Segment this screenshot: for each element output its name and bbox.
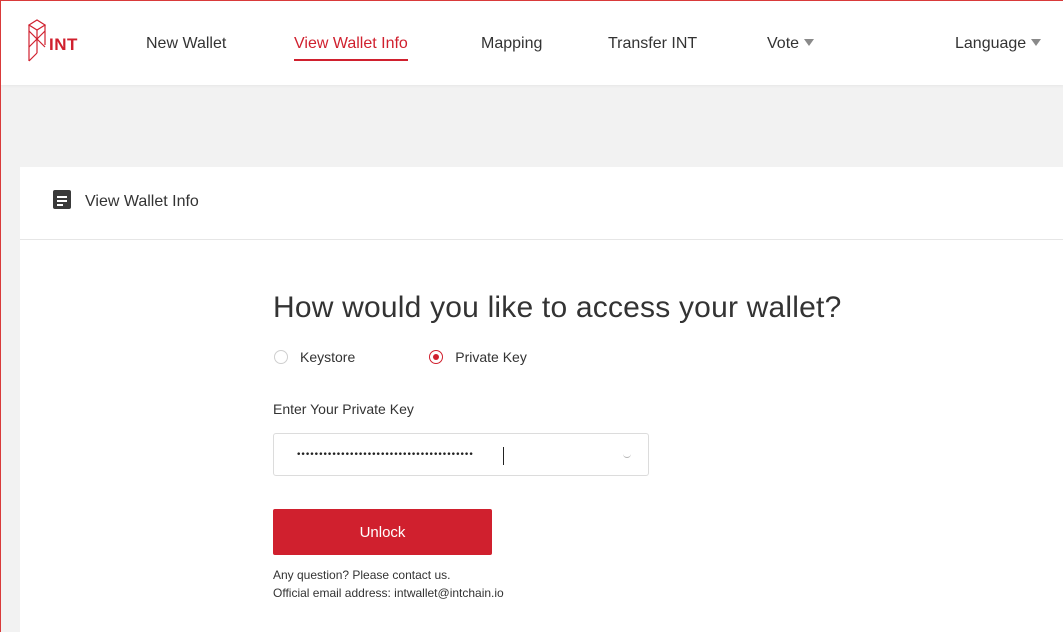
- private-key-input[interactable]: [296, 444, 596, 466]
- logo-text: INT: [49, 35, 78, 54]
- visibility-toggle-icon[interactable]: [623, 454, 631, 458]
- int-logo[interactable]: INT: [27, 17, 78, 67]
- language-label: Language: [955, 35, 1027, 52]
- private-key-radio[interactable]: [429, 350, 444, 364]
- private-key-field-label: Enter Your Private Key: [273, 401, 414, 417]
- nav-transfer-int[interactable]: Transfer INT: [608, 35, 697, 53]
- keystore-radio[interactable]: [274, 350, 288, 364]
- private-key-input-box[interactable]: [273, 433, 649, 476]
- help-contact-line: Any question? Please contact us.: [273, 568, 451, 582]
- int-logo-icon: [27, 19, 47, 62]
- unlock-button[interactable]: Unlock: [273, 509, 492, 555]
- caret-down-icon: [804, 39, 815, 46]
- app-frame: INT New Wallet View Wallet Info Mapping …: [0, 0, 1063, 632]
- card-header: View Wallet Info: [20, 167, 1063, 240]
- language-dropdown[interactable]: Language: [955, 35, 1042, 53]
- nav-vote-label: Vote: [767, 35, 800, 52]
- access-question-heading: How would you like to access your wallet…: [273, 291, 842, 324]
- access-method-options: Keystore Private Key: [274, 347, 527, 367]
- nav-vote-dropdown[interactable]: Vote: [767, 35, 815, 53]
- top-nav-bar: INT New Wallet View Wallet Info Mapping …: [1, 1, 1063, 85]
- text-cursor: [503, 447, 504, 465]
- keystore-radio-label[interactable]: Keystore: [300, 349, 355, 365]
- nav-view-wallet-info[interactable]: View Wallet Info: [294, 35, 408, 61]
- document-icon: [53, 190, 71, 209]
- nav-mapping[interactable]: Mapping: [481, 35, 542, 53]
- card-title: View Wallet Info: [85, 193, 199, 210]
- wallet-access-card: View Wallet Info How would you like to a…: [20, 167, 1063, 632]
- private-key-radio-label[interactable]: Private Key: [455, 349, 527, 365]
- help-email-line: Official email address: intwallet@intcha…: [273, 586, 504, 600]
- nav-new-wallet[interactable]: New Wallet: [146, 35, 226, 53]
- caret-down-icon: [1031, 39, 1042, 46]
- help-text: Any question? Please contact us. Officia…: [273, 566, 504, 602]
